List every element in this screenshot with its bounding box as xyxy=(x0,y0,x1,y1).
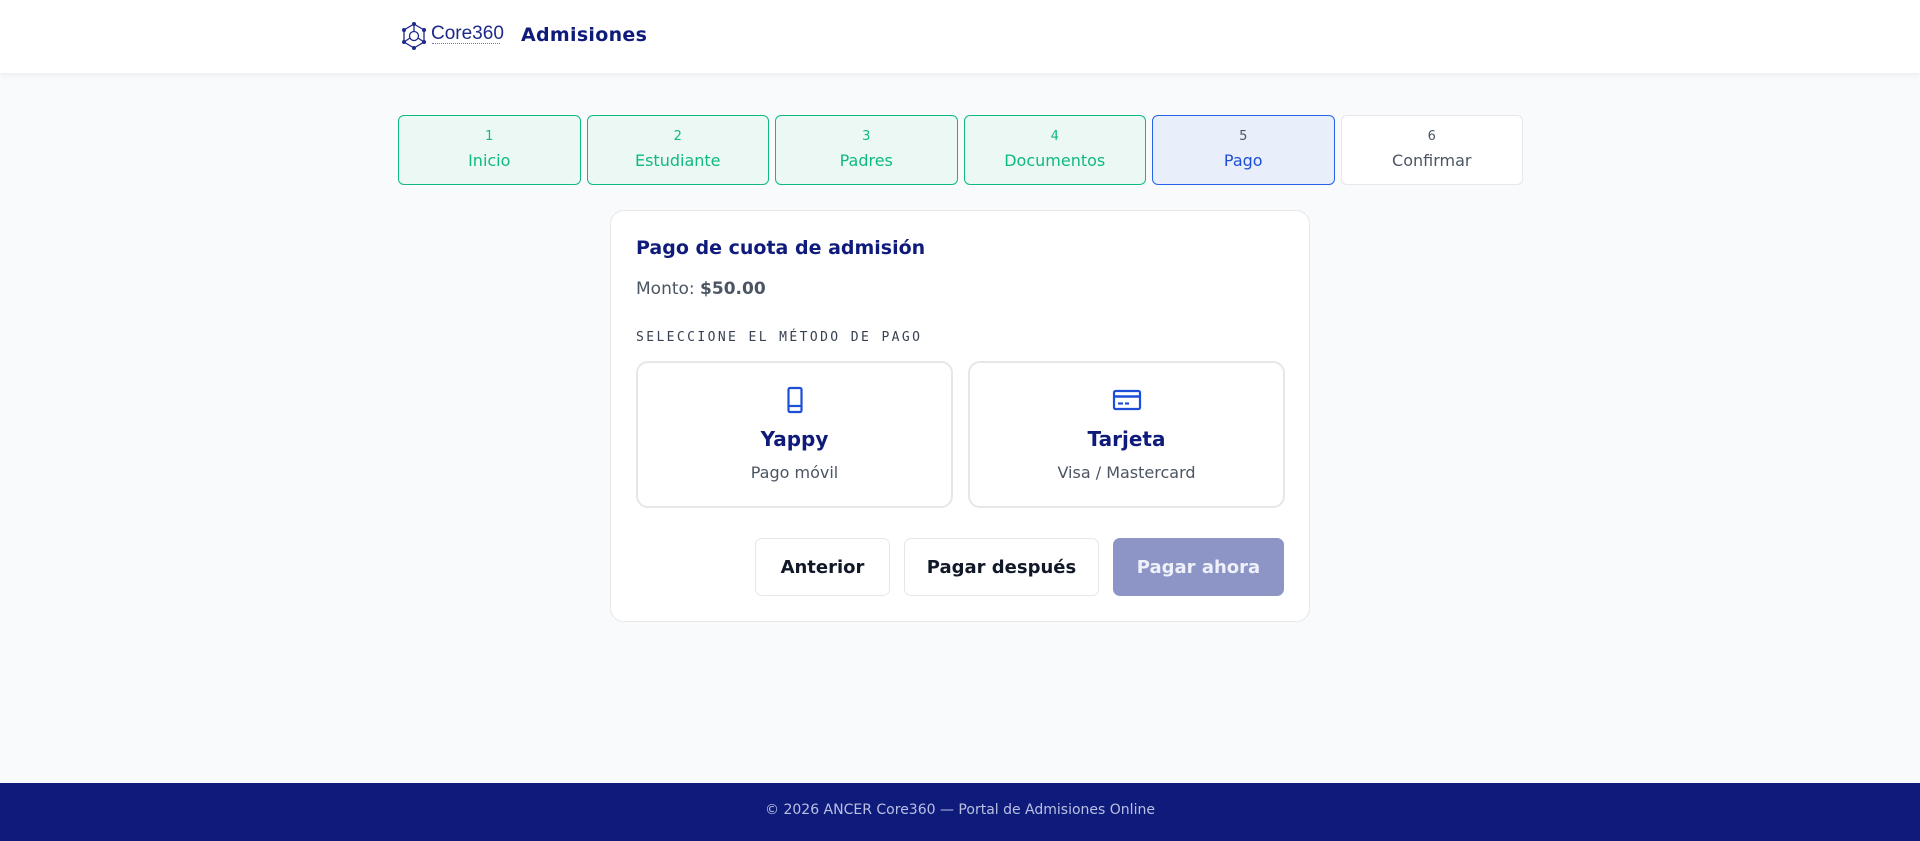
step-number: 1 xyxy=(485,129,494,144)
payment-method-label: SELECCIONE EL MÉTODO DE PAGO xyxy=(636,330,923,345)
page-footer: © 2026 ANCER Core360 — Portal de Admisio… xyxy=(0,783,1920,841)
pay-now-button[interactable]: Pagar ahora xyxy=(1113,538,1284,596)
step-confirmar[interactable]: 6 Confirmar xyxy=(1340,115,1523,185)
step-documentos[interactable]: 4 Documentos xyxy=(963,115,1146,185)
payment-card: Pago de cuota de admisión Monto: $50.00 … xyxy=(610,210,1310,622)
credit-card-icon xyxy=(1112,389,1141,411)
payment-methods: Yappy Pago móvil Tarjeta Visa / Masterca… xyxy=(636,361,1285,508)
logo-tagline-line xyxy=(432,43,500,45)
step-label: Pago xyxy=(1223,151,1263,170)
method-description: Visa / Mastercard xyxy=(1057,463,1196,482)
amount-line: Monto: $50.00 xyxy=(636,279,766,299)
step-estudiante[interactable]: 2 Estudiante xyxy=(586,115,769,185)
step-label: Estudiante xyxy=(634,151,721,170)
payment-actions: Anterior Pagar después Pagar ahora xyxy=(755,538,1284,596)
previous-button[interactable]: Anterior xyxy=(755,538,890,596)
amount-label: Monto: xyxy=(636,279,695,299)
step-number: 6 xyxy=(1427,129,1436,144)
core360-logo[interactable]: Core360 xyxy=(399,21,504,51)
method-yappy-option[interactable]: Yappy Pago móvil xyxy=(636,361,953,508)
step-label: Documentos xyxy=(1004,151,1106,170)
step-number: 5 xyxy=(1239,129,1248,144)
amount-value: $50.00 xyxy=(700,279,766,299)
page-title: Admisiones xyxy=(521,24,648,46)
payment-title: Pago de cuota de admisión xyxy=(636,237,926,259)
step-inicio[interactable]: 1 Inicio xyxy=(398,115,581,185)
step-label: Confirmar xyxy=(1392,151,1472,170)
method-name: Yappy xyxy=(760,427,829,451)
method-name: Tarjeta xyxy=(1087,427,1166,451)
step-number: 4 xyxy=(1050,129,1059,144)
step-label: Inicio xyxy=(468,151,511,170)
step-number: 2 xyxy=(673,129,682,144)
method-card-option[interactable]: Tarjeta Visa / Mastercard xyxy=(968,361,1285,508)
step-pago[interactable]: 5 Pago xyxy=(1152,115,1335,185)
method-description: Pago móvil xyxy=(750,463,839,482)
logo-icon xyxy=(402,22,426,50)
phone-icon xyxy=(786,386,803,414)
footer-copyright: © 2026 ANCER Core360 — Portal de Admisio… xyxy=(765,802,1155,818)
step-label: Padres xyxy=(839,151,893,170)
step-padres[interactable]: 3 Padres xyxy=(775,115,958,185)
logo-text: Core360 xyxy=(431,22,504,44)
step-number: 3 xyxy=(862,129,871,144)
stepper: 1 Inicio 2 Estudiante 3 Padres 4 Documen… xyxy=(398,115,1523,185)
top-header: Core360 Admisiones xyxy=(0,0,1920,73)
pay-later-button[interactable]: Pagar después xyxy=(904,538,1099,596)
